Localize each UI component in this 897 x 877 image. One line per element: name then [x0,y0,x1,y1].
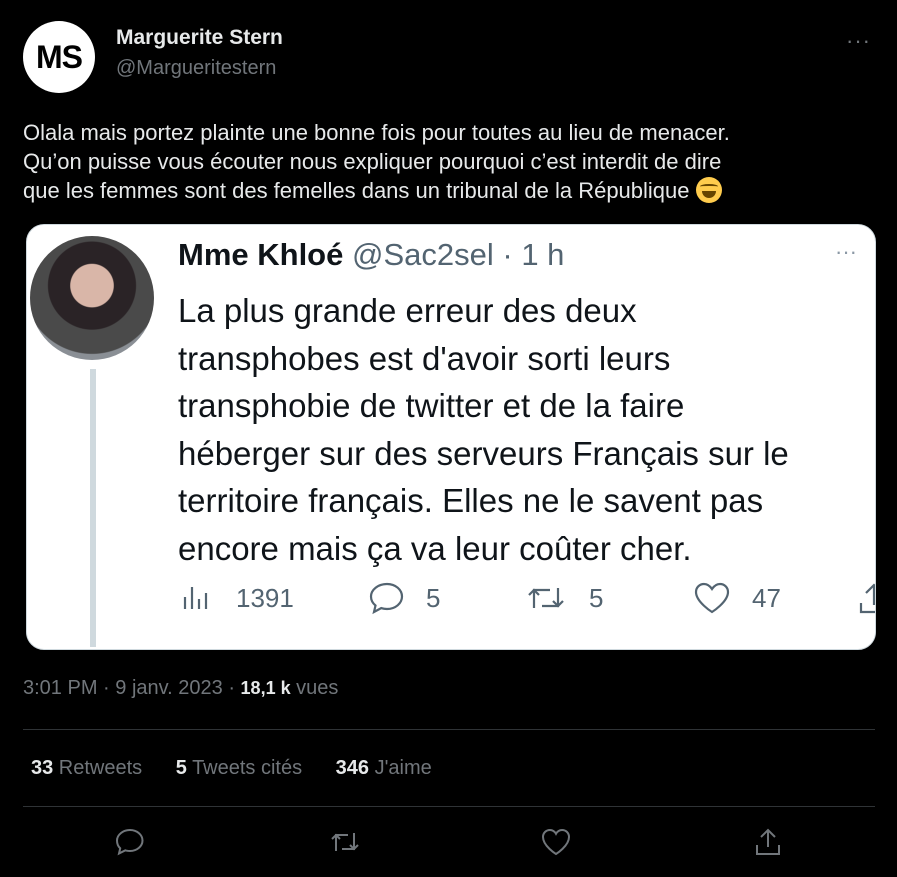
quoted-text-line: territoire français. Elles ne le savent … [178,482,764,519]
quoted-text-line: encore mais ça va leur coûter cher. [178,529,692,567]
like-icon [694,582,730,614]
reply-button[interactable] [114,826,146,858]
retweet-icon [331,833,359,851]
tweet-date[interactable]: 9 janv. 2023 [115,677,223,699]
quote-tweets-stat[interactable]: 5 Tweets cités [176,757,302,779]
quoted-stats-bar: 1391 5 5 47 [180,581,875,621]
views-count: 18,1 k [240,678,291,698]
quoted-retweets: 5 [525,581,603,615]
quoted-more-icon: ··· [835,239,857,264]
quoted-text-line: transphobes est d'avoir sorti leurs [178,339,671,377]
retweets-label: Retweets [53,757,143,779]
divider [23,806,875,807]
laughing-tears-emoji-icon [695,177,722,203]
quoted-author-name: Mme Khloé [178,237,344,272]
quoted-views: 1391 [180,581,294,615]
reply-icon [369,582,404,615]
retweets-stat[interactable]: 33 Retweets [31,757,142,779]
like-button[interactable] [540,826,572,858]
likes-count: 346 [335,757,370,779]
quoted-author-handle: @Sac2sel [351,237,494,272]
divider [23,729,875,730]
quoted-time: 1 h [521,237,565,272]
quoted-tweet-card[interactable]: Mme Khloé @Sac2sel · 1 h ··· La plus gra… [26,224,876,650]
tweet-text-line: Qu’on puisse vous écouter nous expliquer… [23,149,722,174]
quoted-likes: 47 [692,581,781,615]
quoted-reply-count: 5 [426,582,441,613]
tweet-meta: 3:01 PM · 9 janv. 2023 · 18,1 k vues [23,677,338,700]
quoted-views-count: 1391 [236,582,294,613]
separator: · [97,677,116,699]
quoted-text-line: transphobie de twitter et de la faire [178,387,685,424]
likes-stat[interactable]: 346 J'aime [336,757,432,779]
tweet-text: Olala mais portez plainte une bonne fois… [23,118,873,205]
thread-line [90,369,96,647]
quoted-replies: 5 [368,581,440,615]
quoted-author-avatar [30,236,154,360]
retweet-icon [528,588,564,608]
separator: · [493,237,522,272]
retweet-button[interactable] [328,826,360,858]
quoted-share [856,581,875,617]
share-icon [859,583,875,614]
tweet-text-segment: que les femmes sont des femelles dans un… [23,178,690,203]
analytics-icon [183,587,208,609]
author-avatar[interactable]: MS [23,21,95,93]
tweet-text-line: Olala mais portez plainte une bonne fois… [23,120,730,145]
quote-tweets-count: 5 [175,757,187,779]
engagement-stats: 33 Retweets 5 Tweets cités 346 J'aime [31,757,460,780]
tweet-text-line: que les femmes sont des femelles dans un… [23,176,873,205]
likes-label: J'aime [369,757,432,779]
separator: · [222,677,241,699]
share-icon [756,828,780,855]
quoted-like-count: 47 [752,582,781,613]
tweet-time[interactable]: 3:01 PM [23,677,97,699]
quoted-text-line: La plus grande erreur des deux [178,292,637,329]
quoted-retweet-count: 5 [589,582,604,613]
share-button[interactable] [752,826,784,858]
quoted-text: La plus grande erreur des deux transphob… [178,287,868,572]
quoted-header: Mme Khloé @Sac2sel · 1 h [178,237,564,273]
heart-icon [541,828,571,856]
quote-tweets-label: Tweets cités [186,757,303,779]
views-label: vues [290,677,339,699]
retweets-count: 33 [31,757,54,779]
author-name[interactable]: Marguerite Stern [116,26,283,50]
quoted-text-line: héberger sur des serveurs Français sur l… [178,434,789,472]
author-handle[interactable]: @Margueritestern [116,57,276,80]
reply-icon [115,828,144,856]
more-options-icon[interactable]: ··· [846,28,871,54]
